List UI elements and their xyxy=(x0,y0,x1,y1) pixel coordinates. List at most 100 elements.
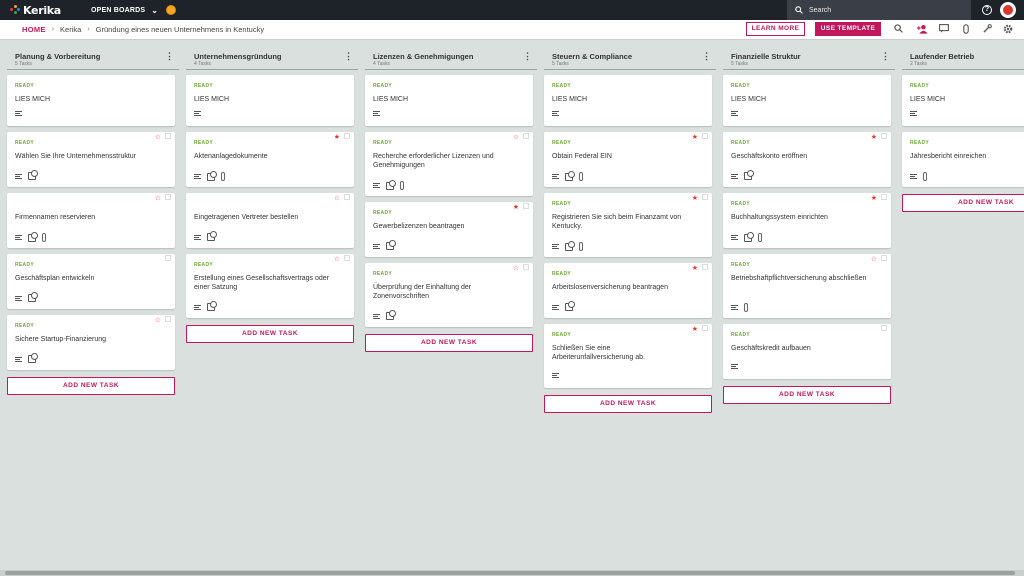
task-card[interactable]: READY Betriebshaftpflichtversicherung abs… xyxy=(723,254,891,318)
checkbox-icon[interactable] xyxy=(344,194,350,200)
task-card[interactable]: READY Geschäftskonto eröffnen ★ xyxy=(723,132,891,187)
task-card[interactable]: READY LIES MICH xyxy=(902,75,1024,126)
task-title[interactable]: Sichere Startup-Finanzierung xyxy=(15,335,155,344)
task-title[interactable]: Registrieren Sie sich beim Finanzamt von… xyxy=(552,213,692,231)
task-title[interactable]: Geschäftskredit aufbauen xyxy=(731,344,871,353)
checkbox-icon[interactable] xyxy=(702,133,708,139)
more-vert-icon[interactable]: ⋮ xyxy=(881,52,890,61)
star-icon[interactable]: ☆ xyxy=(155,133,161,141)
add-person-icon[interactable] xyxy=(916,24,928,36)
task-title[interactable]: Überprüfung der Einhaltung der Zonenvors… xyxy=(373,283,513,301)
task-card[interactable]: READY LIES MICH xyxy=(7,75,175,126)
star-icon[interactable]: ☆ xyxy=(155,194,161,202)
star-icon[interactable]: ★ xyxy=(513,203,519,211)
add-new-task-button[interactable]: ADD NEW TASK xyxy=(723,386,891,404)
task-card[interactable]: READY LIES MICH xyxy=(186,75,354,126)
task-card[interactable]: READY Sichere Startup-Finanzierung ☆ xyxy=(7,315,175,370)
task-title[interactable]: Firmennamen reservieren xyxy=(15,213,155,222)
add-new-task-button[interactable]: ADD NEW TASK xyxy=(365,334,533,352)
checkbox-icon[interactable] xyxy=(344,133,350,139)
task-title[interactable]: Eingetragenen Vertreter bestellen xyxy=(194,213,334,222)
task-card[interactable]: READY Jahresbericht einreichen xyxy=(902,132,1024,187)
kerika-logo[interactable]: Kerika xyxy=(10,4,61,17)
checkbox-icon[interactable] xyxy=(702,325,708,331)
task-title[interactable]: Betriebshaftpflichtversicherung abschlie… xyxy=(731,274,871,283)
star-icon[interactable]: ★ xyxy=(692,264,698,272)
star-icon[interactable]: ☆ xyxy=(871,255,877,263)
task-card[interactable]: READY Arbeitslosenversicherung beantragen… xyxy=(544,263,712,318)
attachment-icon[interactable] xyxy=(960,24,972,36)
organization-icon[interactable] xyxy=(166,5,177,15)
task-title[interactable]: Gewerbelizenzen beantragen xyxy=(373,222,513,231)
add-new-task-button[interactable]: ADD NEW TASK xyxy=(186,325,354,343)
task-title[interactable]: Wählen Sie Ihre Unternehmensstruktur xyxy=(15,152,155,161)
task-card[interactable]: READY Recherche erforderlicher Lizenzen u… xyxy=(365,132,533,196)
star-icon[interactable]: ★ xyxy=(871,194,877,202)
task-card[interactable]: READY Wählen Sie Ihre Unternehmensstruktu… xyxy=(7,132,175,187)
task-card[interactable]: READY Buchhaltungssystem einrichten ★ xyxy=(723,193,891,248)
task-card[interactable]: READY Geschäftsplan entwickeln xyxy=(7,254,175,309)
star-icon[interactable]: ☆ xyxy=(334,194,340,202)
add-new-task-button[interactable]: ADD NEW TASK xyxy=(544,395,712,413)
help-icon[interactable]: ? xyxy=(982,5,992,15)
use-template-button[interactable]: USE TEMPLATE xyxy=(815,22,881,36)
horizontal-scrollbar[interactable] xyxy=(0,570,1024,576)
breadcrumb-org[interactable]: Kerika xyxy=(60,25,81,34)
scrollbar-thumb[interactable] xyxy=(5,571,1015,575)
star-icon[interactable]: ☆ xyxy=(334,255,340,263)
star-icon[interactable]: ★ xyxy=(692,325,698,333)
task-title[interactable]: Obtain Federal EIN xyxy=(552,152,692,161)
task-card[interactable]: READY Obtain Federal EIN ★ xyxy=(544,132,712,187)
task-card[interactable]: Eingetragenen Vertreter bestellen ☆ xyxy=(186,193,354,248)
checkbox-icon[interactable] xyxy=(165,255,171,261)
star-icon[interactable]: ☆ xyxy=(513,264,519,272)
task-card[interactable]: READY LIES MICH xyxy=(723,75,891,126)
avatar[interactable] xyxy=(1000,2,1016,18)
task-card[interactable]: READY LIES MICH xyxy=(544,75,712,126)
task-title[interactable]: LIES MICH xyxy=(552,95,692,104)
task-title[interactable]: LIES MICH xyxy=(910,95,1024,104)
star-icon[interactable]: ★ xyxy=(871,133,877,141)
learn-more-button[interactable]: LEARN MORE xyxy=(746,22,805,36)
checkbox-icon[interactable] xyxy=(165,194,171,200)
task-title[interactable]: Aktenanlagedokumente xyxy=(194,152,334,161)
search-input[interactable]: Search xyxy=(787,0,971,20)
task-title[interactable]: Geschäftskonto eröffnen xyxy=(731,152,871,161)
task-title[interactable]: Geschäftsplan entwickeln xyxy=(15,274,155,283)
add-new-task-button[interactable]: ADD NEW TASK xyxy=(7,377,175,395)
checkbox-icon[interactable] xyxy=(881,325,887,331)
checkbox-icon[interactable] xyxy=(702,264,708,270)
star-icon[interactable]: ★ xyxy=(692,133,698,141)
star-icon[interactable]: ☆ xyxy=(513,133,519,141)
task-card[interactable]: READY Aktenanlagedokumente ★ xyxy=(186,132,354,187)
task-card[interactable]: READY Überprüfung der Einhaltung der Zone… xyxy=(365,263,533,327)
checkbox-icon[interactable] xyxy=(702,194,708,200)
checkbox-icon[interactable] xyxy=(165,133,171,139)
task-title[interactable]: Erstellung eines Gesellschaftsvertrags o… xyxy=(194,274,334,292)
checkbox-icon[interactable] xyxy=(881,194,887,200)
checkbox-icon[interactable] xyxy=(881,255,887,261)
task-title[interactable]: LIES MICH xyxy=(373,95,513,104)
tools-icon[interactable] xyxy=(981,24,993,36)
task-title[interactable]: Recherche erforderlicher Lizenzen und Ge… xyxy=(373,152,513,170)
task-card[interactable]: READY Erstellung eines Gesellschaftsvertr… xyxy=(186,254,354,318)
task-card[interactable]: READY Geschäftskredit aufbauen xyxy=(723,324,891,379)
checkbox-icon[interactable] xyxy=(523,133,529,139)
task-title[interactable]: LIES MICH xyxy=(15,95,155,104)
checkbox-icon[interactable] xyxy=(165,316,171,322)
checkbox-icon[interactable] xyxy=(523,203,529,209)
checkbox-icon[interactable] xyxy=(523,264,529,270)
task-card[interactable]: READY Gewerbelizenzen beantragen ★ xyxy=(365,202,533,257)
more-vert-icon[interactable]: ⋮ xyxy=(702,52,711,61)
task-card[interactable]: Firmennamen reservieren ☆ xyxy=(7,193,175,248)
task-title[interactable]: Schließen Sie eine Arbeiterunfallversich… xyxy=(552,344,692,362)
more-vert-icon[interactable]: ⋮ xyxy=(344,52,353,61)
task-card[interactable]: READY LIES MICH xyxy=(365,75,533,126)
star-icon[interactable]: ☆ xyxy=(155,316,161,324)
task-title[interactable]: Buchhaltungssystem einrichten xyxy=(731,213,871,222)
star-icon[interactable]: ★ xyxy=(692,194,698,202)
more-vert-icon[interactable]: ⋮ xyxy=(165,52,174,61)
star-icon[interactable]: ★ xyxy=(334,133,340,141)
task-title[interactable]: LIES MICH xyxy=(731,95,871,104)
open-boards-menu[interactable]: OPEN BOARDS ⌄ xyxy=(91,6,158,15)
